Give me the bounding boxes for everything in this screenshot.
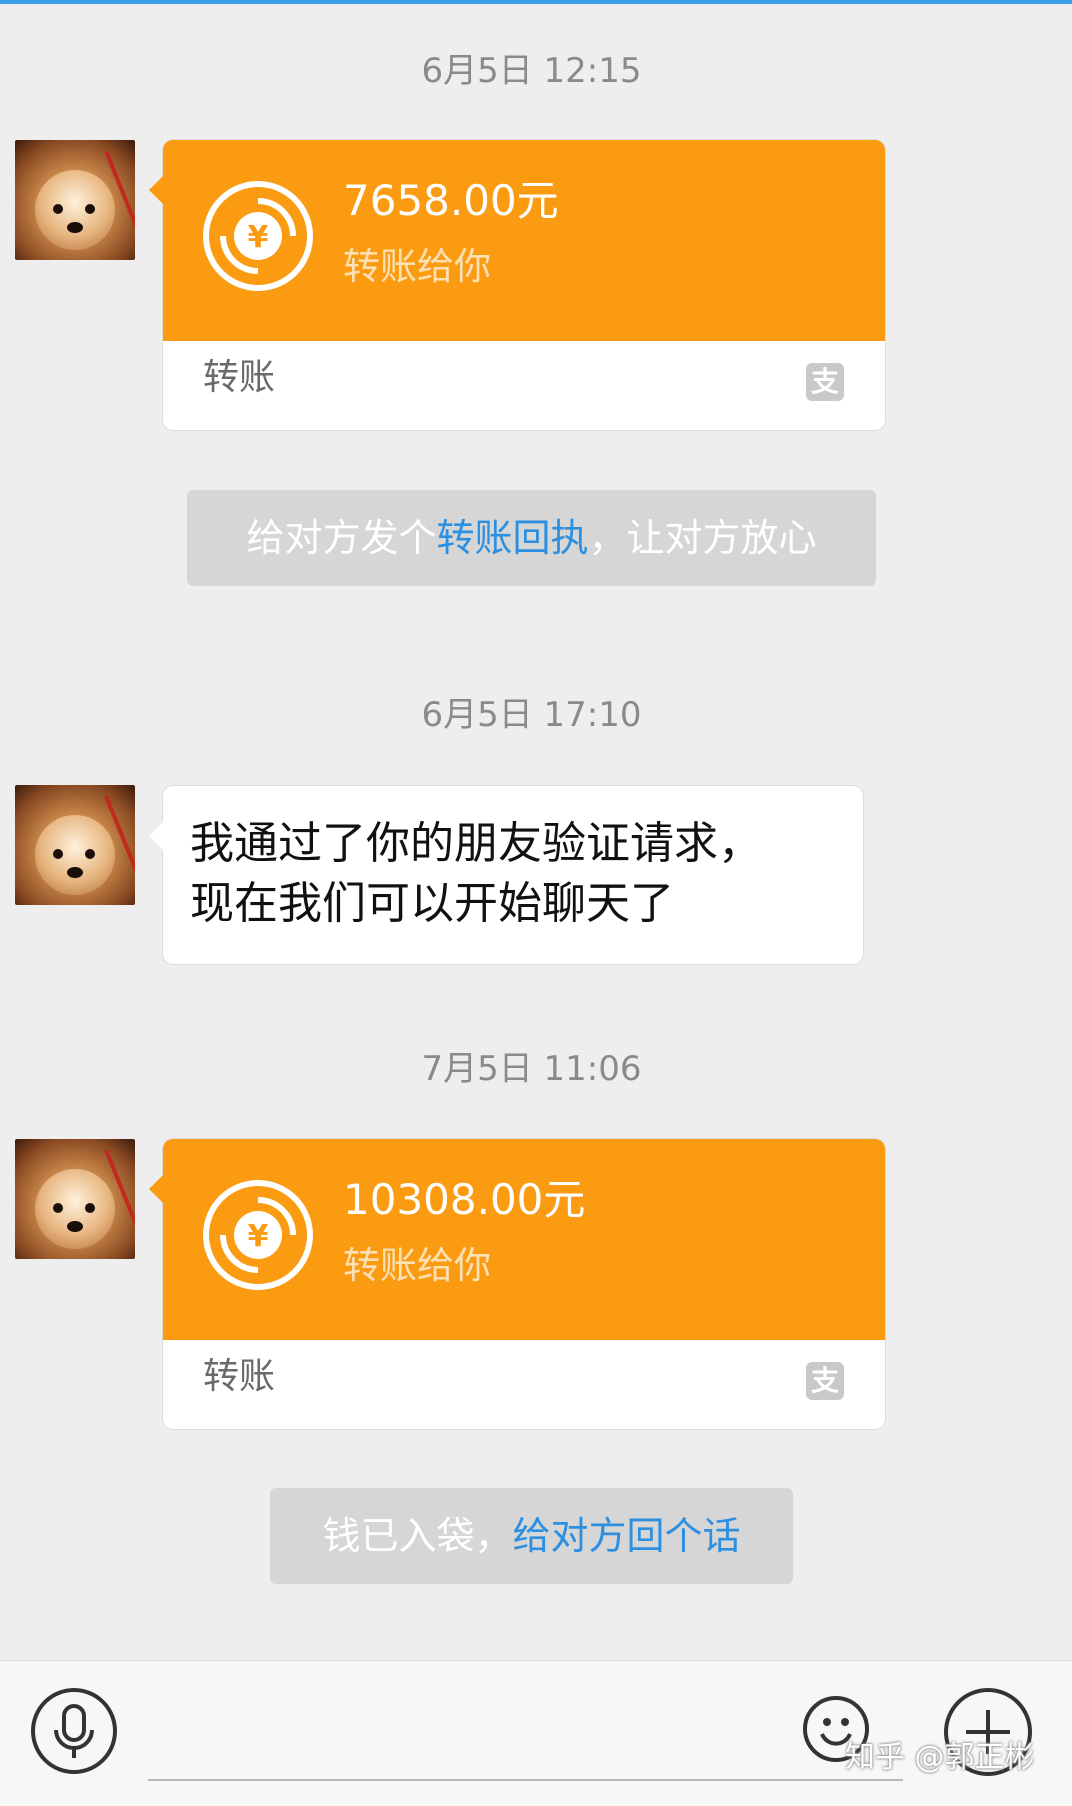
text-message-bubble[interactable]: 我通过了你的朋友验证请求， 现在我们可以开始聊天了 [149,786,863,964]
alipay-icon: 支 [806,1362,844,1400]
notice-text: ，让对方放心 [588,516,817,560]
transfer-amount: 7658.00元 [343,176,559,225]
input-bar [0,1660,1072,1806]
transfer-label: 转账 [203,1356,276,1397]
timestamp: 6月5日 12:15 [421,51,642,91]
svg-text:¥: ¥ [248,1219,269,1254]
notice-text: 钱已入袋， [322,1514,513,1558]
receipt-notice: 给对方发个转账回执，让对方放心 [187,490,876,586]
notice-text: 给对方发个 [246,516,437,560]
reply-notice: 钱已入袋，给对方回个话 [270,1488,793,1584]
bubble-tail [149,176,163,204]
message-input[interactable] [148,1779,903,1781]
message-text: 我通过了你的朋友验证请求， 现在我们可以开始聊天了 [190,814,840,934]
bubble-tail [149,1175,163,1203]
watermark: 知乎 @郭正彬 [845,1740,1035,1775]
svg-text:¥: ¥ [248,220,269,255]
transfer-subtitle: 转账给你 [343,1244,491,1287]
top-accent-line [0,0,1072,4]
message-line: 我通过了你的朋友验证请求， [190,818,762,869]
dog-avatar[interactable] [15,1139,135,1259]
timestamp: 6月5日 17:10 [421,695,642,735]
message-line: 现在我们可以开始聊天了 [190,878,674,929]
timestamp: 7月5日 11:06 [421,1049,642,1089]
reply-link[interactable]: 给对方回个话 [513,1514,741,1558]
bubble-tail [149,822,163,850]
microphone-icon[interactable] [31,1688,117,1774]
transfer-receipt-link[interactable]: 转账回执 [436,516,588,560]
transfer-card[interactable]: ¥ 10308.00元 转账给你 转账 支 [149,1139,885,1429]
alipay-icon: 支 [806,363,844,401]
transfer-card[interactable]: ¥ 7658.00元 转账给你 转账 支 [149,140,885,430]
yuan-transfer-icon: ¥ [203,181,313,291]
transfer-subtitle: 转账给你 [343,245,491,288]
dog-avatar[interactable] [15,140,135,260]
yuan-transfer-icon: ¥ [203,1180,313,1290]
transfer-amount: 10308.00元 [343,1175,586,1224]
transfer-label: 转账 [203,357,276,398]
dog-avatar[interactable] [15,785,135,905]
